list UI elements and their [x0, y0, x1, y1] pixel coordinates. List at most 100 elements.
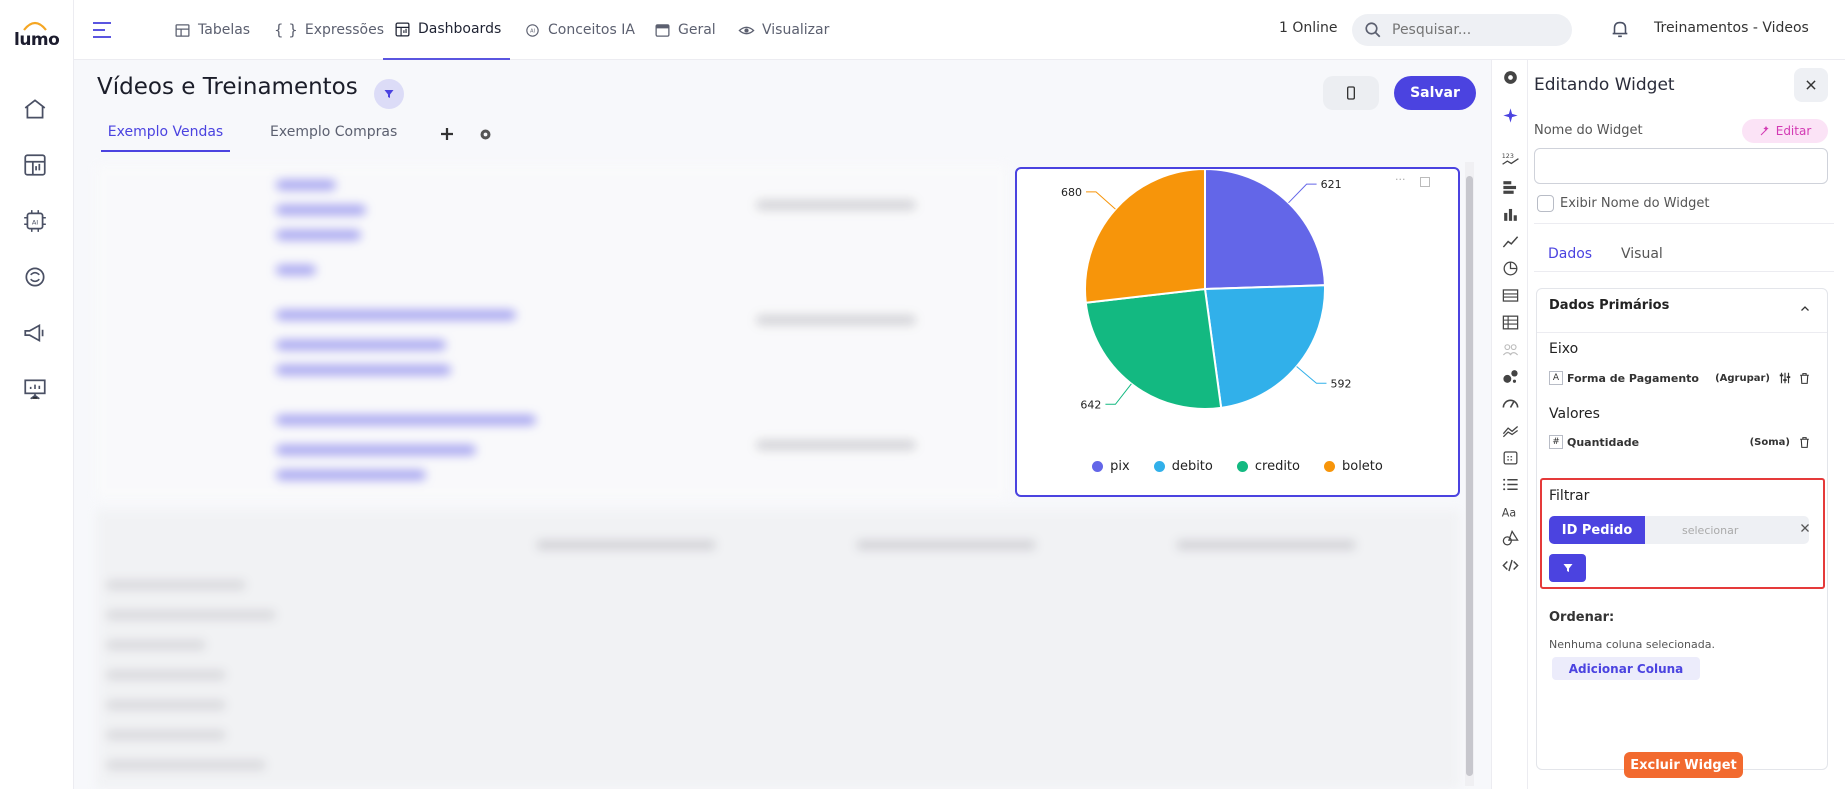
pie-chart-icon[interactable] — [1501, 259, 1520, 278]
nav-tabelas[interactable]: Tabelas — [174, 0, 250, 60]
shapes-icon[interactable] — [1501, 529, 1520, 548]
tab-dados[interactable]: Dados — [1548, 246, 1592, 262]
legend-label: debito — [1171, 459, 1213, 474]
add-column-button[interactable]: Adicionar Coluna — [1552, 657, 1700, 680]
pie-slice-credito[interactable] — [1084, 287, 1223, 410]
line-chart-icon[interactable] — [1501, 232, 1520, 251]
pie-label-line-pix — [1288, 183, 1317, 204]
pie-chart: 621 592 642 680 — [1061, 169, 1351, 411]
gauge-icon[interactable] — [1501, 394, 1520, 413]
presentation-icon[interactable] — [22, 376, 48, 402]
bell-icon[interactable] — [1609, 18, 1631, 40]
funnel-icon — [384, 90, 394, 98]
nav-expressoes[interactable]: { } Expressões — [274, 0, 384, 60]
tab-settings-icon[interactable] — [478, 127, 493, 142]
menu-icon[interactable] — [90, 18, 114, 42]
values-field-row[interactable]: # Quantidade (Soma) — [1549, 432, 1811, 452]
clear-filter-icon[interactable] — [1799, 522, 1811, 534]
close-panel-button[interactable] — [1794, 68, 1828, 102]
legend-dot — [1092, 461, 1104, 472]
filter-value-select[interactable]: selecionar — [1645, 516, 1809, 544]
axis-label: Eixo — [1549, 341, 1579, 357]
pie-slice-debito[interactable] — [1203, 284, 1326, 410]
nav-label: Visualizar — [762, 22, 830, 38]
sparkle-icon[interactable] — [1501, 106, 1520, 125]
axis-field-row[interactable]: A Forma de Pagamento (Agrupar) — [1549, 368, 1811, 388]
calendar-icon[interactable] — [1501, 448, 1520, 467]
delete-widget-button[interactable]: Excluir Widget — [1624, 752, 1743, 778]
megaphone-icon[interactable] — [22, 320, 48, 346]
bar-chart-icon[interactable] — [1501, 205, 1520, 224]
legend-dot — [1153, 461, 1165, 472]
tab-exemplo-vendas[interactable]: Exemplo Vendas — [101, 124, 230, 152]
apply-filter-button[interactable] — [1549, 554, 1586, 582]
nav-visualizar[interactable]: Visualizar — [738, 0, 829, 60]
window-icon — [655, 23, 670, 37]
widget-name-label: Nome do Widget — [1534, 123, 1643, 138]
trash-icon[interactable] — [1798, 372, 1811, 385]
gear-icon[interactable] — [1501, 68, 1520, 87]
close-icon — [1806, 80, 1816, 90]
table-icon — [175, 23, 190, 37]
nav-geral[interactable]: Geral — [654, 0, 716, 60]
nav-conceitos-ia[interactable]: AI Conceitos IA — [524, 0, 635, 60]
mobile-preview-button[interactable] — [1323, 76, 1379, 110]
trash-icon[interactable] — [1798, 436, 1811, 449]
scrollbar-thumb[interactable] — [1466, 176, 1473, 776]
braces-icon: { } — [274, 21, 298, 39]
axis-field-agg[interactable]: (Agrupar) — [1715, 373, 1770, 384]
pie-chart-widget[interactable]: ··· 621 592 642 680 pix debito credito boleto — [1015, 167, 1460, 497]
nav-label: Dashboards — [418, 21, 502, 37]
online-count: 1 Online — [1279, 20, 1338, 36]
add-tab-icon[interactable] — [438, 125, 456, 143]
search-box[interactable] — [1352, 14, 1572, 46]
sliders-icon[interactable] — [1778, 371, 1792, 385]
pivot-table-icon[interactable] — [1501, 313, 1520, 332]
horizontal-bar-icon[interactable] — [1501, 178, 1520, 197]
list-table-icon[interactable] — [1501, 286, 1520, 305]
search-icon — [1365, 22, 1381, 38]
show-name-checkbox[interactable] — [1537, 195, 1554, 212]
order-empty-text: Nenhuma coluna selecionada. — [1549, 638, 1715, 651]
search-input[interactable] — [1392, 22, 1552, 38]
axis-field-name: Forma de Pagamento — [1567, 371, 1699, 385]
pie-slice-boleto[interactable] — [1084, 169, 1206, 304]
text-icon[interactable]: Aa — [1501, 502, 1520, 521]
number-chart-icon[interactable]: 123 — [1501, 150, 1520, 169]
filter-field-chip[interactable]: ID Pedido — [1549, 516, 1645, 544]
legend-item-credito[interactable]: credito — [1236, 459, 1300, 474]
svg-text:Aa: Aa — [1502, 506, 1516, 519]
legend-item-debito[interactable]: debito — [1153, 459, 1213, 474]
dashboard-filter-button[interactable] — [374, 79, 404, 109]
list-icon[interactable] — [1501, 475, 1520, 494]
nav-label: Conceitos IA — [548, 22, 635, 38]
divider — [1534, 271, 1834, 272]
tab-exemplo-compras[interactable]: Exemplo Compras — [270, 124, 397, 150]
area-chart-icon[interactable] — [1501, 421, 1520, 440]
nav-label: Tabelas — [198, 22, 251, 38]
nav-dashboards[interactable]: Dashboards — [383, 0, 510, 60]
app-logo: lumo — [14, 30, 60, 50]
ai-chip-icon[interactable]: AI — [22, 208, 48, 234]
edit-label: Editar — [1775, 124, 1812, 138]
svg-text:123: 123 — [1502, 153, 1514, 160]
legend-item-boleto[interactable]: boleto — [1323, 459, 1383, 474]
tab-visual[interactable]: Visual — [1621, 246, 1663, 262]
pie-slice-pix[interactable] — [1204, 169, 1326, 291]
bubble-chart-icon[interactable] — [1501, 367, 1520, 386]
legend-item-pix[interactable]: pix — [1092, 459, 1130, 474]
values-field-agg[interactable]: (Soma) — [1750, 437, 1790, 448]
pie-label-line-boleto — [1086, 191, 1116, 210]
left-sidebar: lumo AI — [0, 0, 74, 789]
code-icon[interactable] — [1501, 556, 1520, 575]
save-button[interactable]: Salvar — [1394, 76, 1476, 110]
widget-name-input[interactable] — [1534, 148, 1828, 184]
brain-icon[interactable] — [22, 264, 48, 290]
dashboard-panel-icon[interactable] — [22, 152, 48, 178]
funnel-icon — [1563, 564, 1572, 572]
home-icon[interactable] — [22, 96, 48, 122]
people-icon[interactable] — [1501, 340, 1520, 359]
chevron-up-icon[interactable] — [1799, 303, 1811, 315]
edit-name-button[interactable]: Editar — [1742, 119, 1828, 143]
workspace-name[interactable]: Treinamentos - Videos — [1654, 20, 1809, 36]
